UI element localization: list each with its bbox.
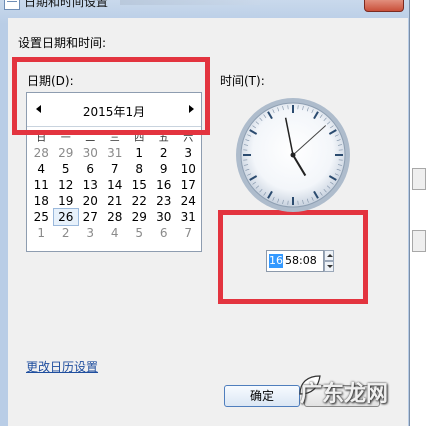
calendar-day[interactable]: 25 xyxy=(29,209,54,225)
calendar-day-selected[interactable]: 26 xyxy=(52,208,79,226)
calendar-day[interactable]: 14 xyxy=(103,177,128,193)
calendar-day[interactable]: 28 xyxy=(103,209,128,225)
calendar-day[interactable]: 6 xyxy=(152,225,177,241)
calendar-day[interactable]: 29 xyxy=(127,209,152,225)
analog-clock xyxy=(236,98,350,212)
ok-button[interactable]: 确定 xyxy=(224,385,300,407)
change-calendar-link[interactable]: 更改日历设置 xyxy=(26,358,98,375)
spin-up-icon[interactable] xyxy=(324,250,334,261)
calendar-day[interactable]: 17 xyxy=(176,177,201,193)
calendar-day[interactable]: 31 xyxy=(103,145,128,161)
calendar-day[interactable]: 27 xyxy=(78,209,103,225)
calendar-day[interactable]: 30 xyxy=(152,209,177,225)
window-title: 日期和时间设置 xyxy=(24,0,109,9)
calendar-day[interactable]: 29 xyxy=(54,145,79,161)
calendar-day[interactable]: 3 xyxy=(78,225,103,241)
calendar-day[interactable]: 4 xyxy=(29,161,54,177)
calendar-day[interactable]: 1 xyxy=(127,145,152,161)
spin-down-icon[interactable] xyxy=(324,261,334,272)
calendar-day[interactable]: 1 xyxy=(29,225,54,241)
background-button xyxy=(412,168,426,190)
background-button xyxy=(412,230,426,252)
calendar-day[interactable]: 13 xyxy=(78,177,103,193)
calendar-day[interactable]: 21 xyxy=(103,193,128,209)
highlight-date-box xyxy=(12,57,210,135)
title-bar: 日期和时间设置 xyxy=(0,0,410,16)
close-button[interactable] xyxy=(364,0,404,12)
calendar-day[interactable]: 18 xyxy=(29,193,54,209)
calendar-day[interactable]: 16 xyxy=(152,177,177,193)
calendar-day[interactable]: 5 xyxy=(54,161,79,177)
calendar-day[interactable]: 31 xyxy=(176,209,201,225)
calendar-day[interactable]: 22 xyxy=(127,193,152,209)
calendar-day[interactable]: 24 xyxy=(176,193,201,209)
window-icon xyxy=(4,0,20,10)
calendar-day[interactable]: 7 xyxy=(103,161,128,177)
time-input[interactable]: 16 58:08 xyxy=(266,250,324,272)
title-blur xyxy=(120,0,260,5)
time-hour-field[interactable]: 16 xyxy=(269,254,283,268)
background-window xyxy=(410,0,434,426)
calendar-day[interactable]: 28 xyxy=(29,145,54,161)
section-title: 设置日期和时间: xyxy=(18,36,107,50)
calendar-day[interactable]: 5 xyxy=(127,225,152,241)
watermark-text: 广东龙网 xyxy=(300,381,389,407)
calendar-day[interactable]: 2 xyxy=(152,145,177,161)
time-spinner[interactable] xyxy=(324,250,334,272)
calendar-day[interactable]: 23 xyxy=(152,193,177,209)
calendar-day[interactable]: 30 xyxy=(78,145,103,161)
clock-center xyxy=(290,152,296,158)
calendar-day[interactable]: 10 xyxy=(176,161,201,177)
date-time-dialog: 日期和时间设置 设置日期和时间: 日期(D): 时间(T): 2015年1月 日… xyxy=(0,0,410,426)
calendar-day[interactable]: 7 xyxy=(176,225,201,241)
calendar-day[interactable]: 15 xyxy=(127,177,152,193)
time-label: 时间(T): xyxy=(220,74,265,88)
calendar-day[interactable]: 6 xyxy=(78,161,103,177)
calendar-day[interactable]: 8 xyxy=(127,161,152,177)
calendar-day[interactable]: 3 xyxy=(176,145,201,161)
calendar-day[interactable]: 19 xyxy=(54,193,79,209)
calendar-day[interactable]: 9 xyxy=(152,161,177,177)
calendar-days: 28 29 30 31 1 2 3 4 5 6 7 8 9 10 11 12 13 14 15 16 17 18 19 20 2… xyxy=(29,145,201,241)
calendar-day[interactable]: 2 xyxy=(54,225,79,241)
time-rest-field[interactable]: 58:08 xyxy=(285,254,317,268)
calendar-day[interactable]: 20 xyxy=(78,193,103,209)
calendar-day[interactable]: 12 xyxy=(54,177,79,193)
calendar-day[interactable]: 11 xyxy=(29,177,54,193)
calendar-day[interactable]: 4 xyxy=(103,225,128,241)
